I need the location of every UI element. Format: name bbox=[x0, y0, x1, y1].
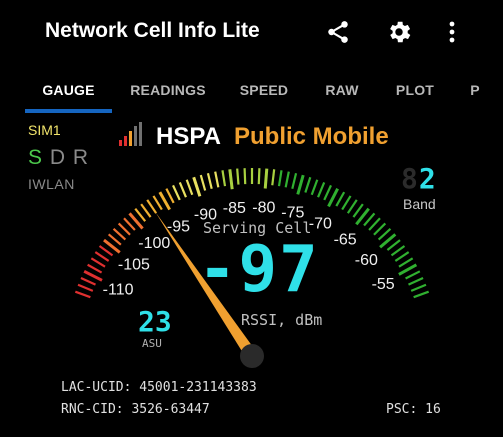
gauge-tick bbox=[206, 172, 213, 190]
gauge-tick bbox=[304, 176, 312, 193]
gauge-tick bbox=[257, 168, 261, 185]
mode-active: S bbox=[28, 146, 44, 169]
gauge-tick-label: -85 bbox=[223, 200, 246, 217]
gauge-tick-label: -105 bbox=[118, 257, 150, 274]
network-technology: HSPA bbox=[156, 123, 221, 150]
gauge-tick bbox=[107, 233, 122, 246]
gauge-tick bbox=[386, 239, 401, 251]
gauge-tick bbox=[398, 257, 414, 268]
gauge-tick bbox=[221, 170, 227, 187]
gauge-tick bbox=[80, 276, 96, 286]
band-label: Band bbox=[403, 196, 436, 212]
gauge-tick bbox=[74, 290, 91, 299]
gauge-tick-label: -80 bbox=[252, 199, 275, 216]
gauge-tick bbox=[377, 227, 392, 241]
iwlan-label: IWLAN bbox=[28, 176, 75, 192]
sim-label: SIM1 bbox=[28, 122, 61, 138]
asu-value: 23 bbox=[138, 305, 172, 338]
gauge-tick-label: -65 bbox=[334, 231, 357, 248]
network-mode: S D R bbox=[28, 146, 89, 170]
gauge-hub bbox=[240, 344, 264, 368]
gauge-tick bbox=[214, 171, 220, 188]
gauge-tick bbox=[317, 181, 326, 198]
gauge-tick bbox=[373, 222, 387, 236]
gauge-tick bbox=[390, 245, 406, 257]
gauge-tick bbox=[117, 222, 131, 236]
gauge-tick bbox=[327, 187, 339, 208]
gauge-tick bbox=[134, 207, 147, 222]
gauge-tick bbox=[165, 188, 175, 204]
gauge-tick bbox=[228, 169, 234, 190]
gauge-tick-label: -100 bbox=[138, 235, 170, 252]
gauge-tick bbox=[192, 176, 202, 197]
gauge-tick bbox=[335, 191, 346, 207]
gauge-tick bbox=[185, 179, 194, 196]
gauge-tick bbox=[284, 171, 290, 188]
mode-inactive: D R bbox=[49, 146, 90, 169]
gauge-tick-label: -70 bbox=[309, 215, 332, 232]
signal-bars-icon bbox=[119, 122, 142, 146]
gauge-tick bbox=[363, 212, 376, 227]
gauge-tick bbox=[368, 217, 381, 231]
gauge-tick bbox=[346, 199, 358, 214]
gauge-tick bbox=[178, 181, 187, 198]
lac-ucid: LAC-UCID: 45001-231143383 bbox=[61, 380, 257, 395]
gauge-tick bbox=[394, 251, 410, 262]
gauge-tick bbox=[236, 168, 240, 185]
gauge-tick bbox=[172, 184, 181, 201]
gauge-tick bbox=[263, 168, 269, 189]
gauge-tick bbox=[352, 203, 364, 218]
psc: PSC: 16 bbox=[386, 402, 441, 417]
gauge-tick bbox=[199, 174, 207, 191]
gauge-tick bbox=[90, 257, 106, 268]
gauge-tick bbox=[277, 170, 283, 187]
gauge-tick bbox=[87, 263, 103, 274]
gauge-tick bbox=[413, 290, 430, 299]
band-value: 82 bbox=[401, 162, 437, 195]
gauge-tick bbox=[146, 199, 158, 214]
asu-label: ASU bbox=[142, 337, 162, 350]
band-digit: 2 bbox=[418, 162, 437, 195]
gauge-tick bbox=[408, 276, 424, 286]
gauge-tick-label: -55 bbox=[372, 276, 395, 293]
gauge-tick bbox=[152, 195, 163, 211]
gauge-tick bbox=[341, 195, 352, 211]
band-ghost-digit: 8 bbox=[401, 162, 419, 195]
gauge-tick bbox=[77, 283, 94, 292]
gauge-tick-label: -95 bbox=[167, 218, 190, 235]
gauge-tick bbox=[323, 184, 332, 201]
gauge-tick bbox=[112, 227, 127, 241]
gauge-tick bbox=[83, 269, 103, 282]
gauge-tick bbox=[140, 203, 152, 218]
signal-value: -97 bbox=[198, 233, 320, 307]
gauge-tick-label: -110 bbox=[103, 281, 134, 298]
rnc-cid: RNC-CID: 3526-63447 bbox=[61, 402, 210, 417]
gauge-tick bbox=[243, 168, 247, 185]
gauge-tick bbox=[310, 179, 319, 196]
gauge-tick bbox=[94, 251, 110, 262]
signal-unit-label: RSSI, dBm bbox=[241, 311, 323, 329]
gauge-tick bbox=[271, 169, 276, 186]
gauge-tick bbox=[98, 245, 114, 257]
operator-name: Public Mobile bbox=[234, 123, 389, 150]
gauge-tick bbox=[123, 217, 136, 231]
gauge-tick-label: -60 bbox=[355, 252, 378, 269]
gauge-tick bbox=[291, 172, 298, 190]
gauge-tick bbox=[296, 174, 305, 195]
gauge-tick bbox=[405, 270, 421, 280]
gauge-tick bbox=[410, 283, 427, 292]
